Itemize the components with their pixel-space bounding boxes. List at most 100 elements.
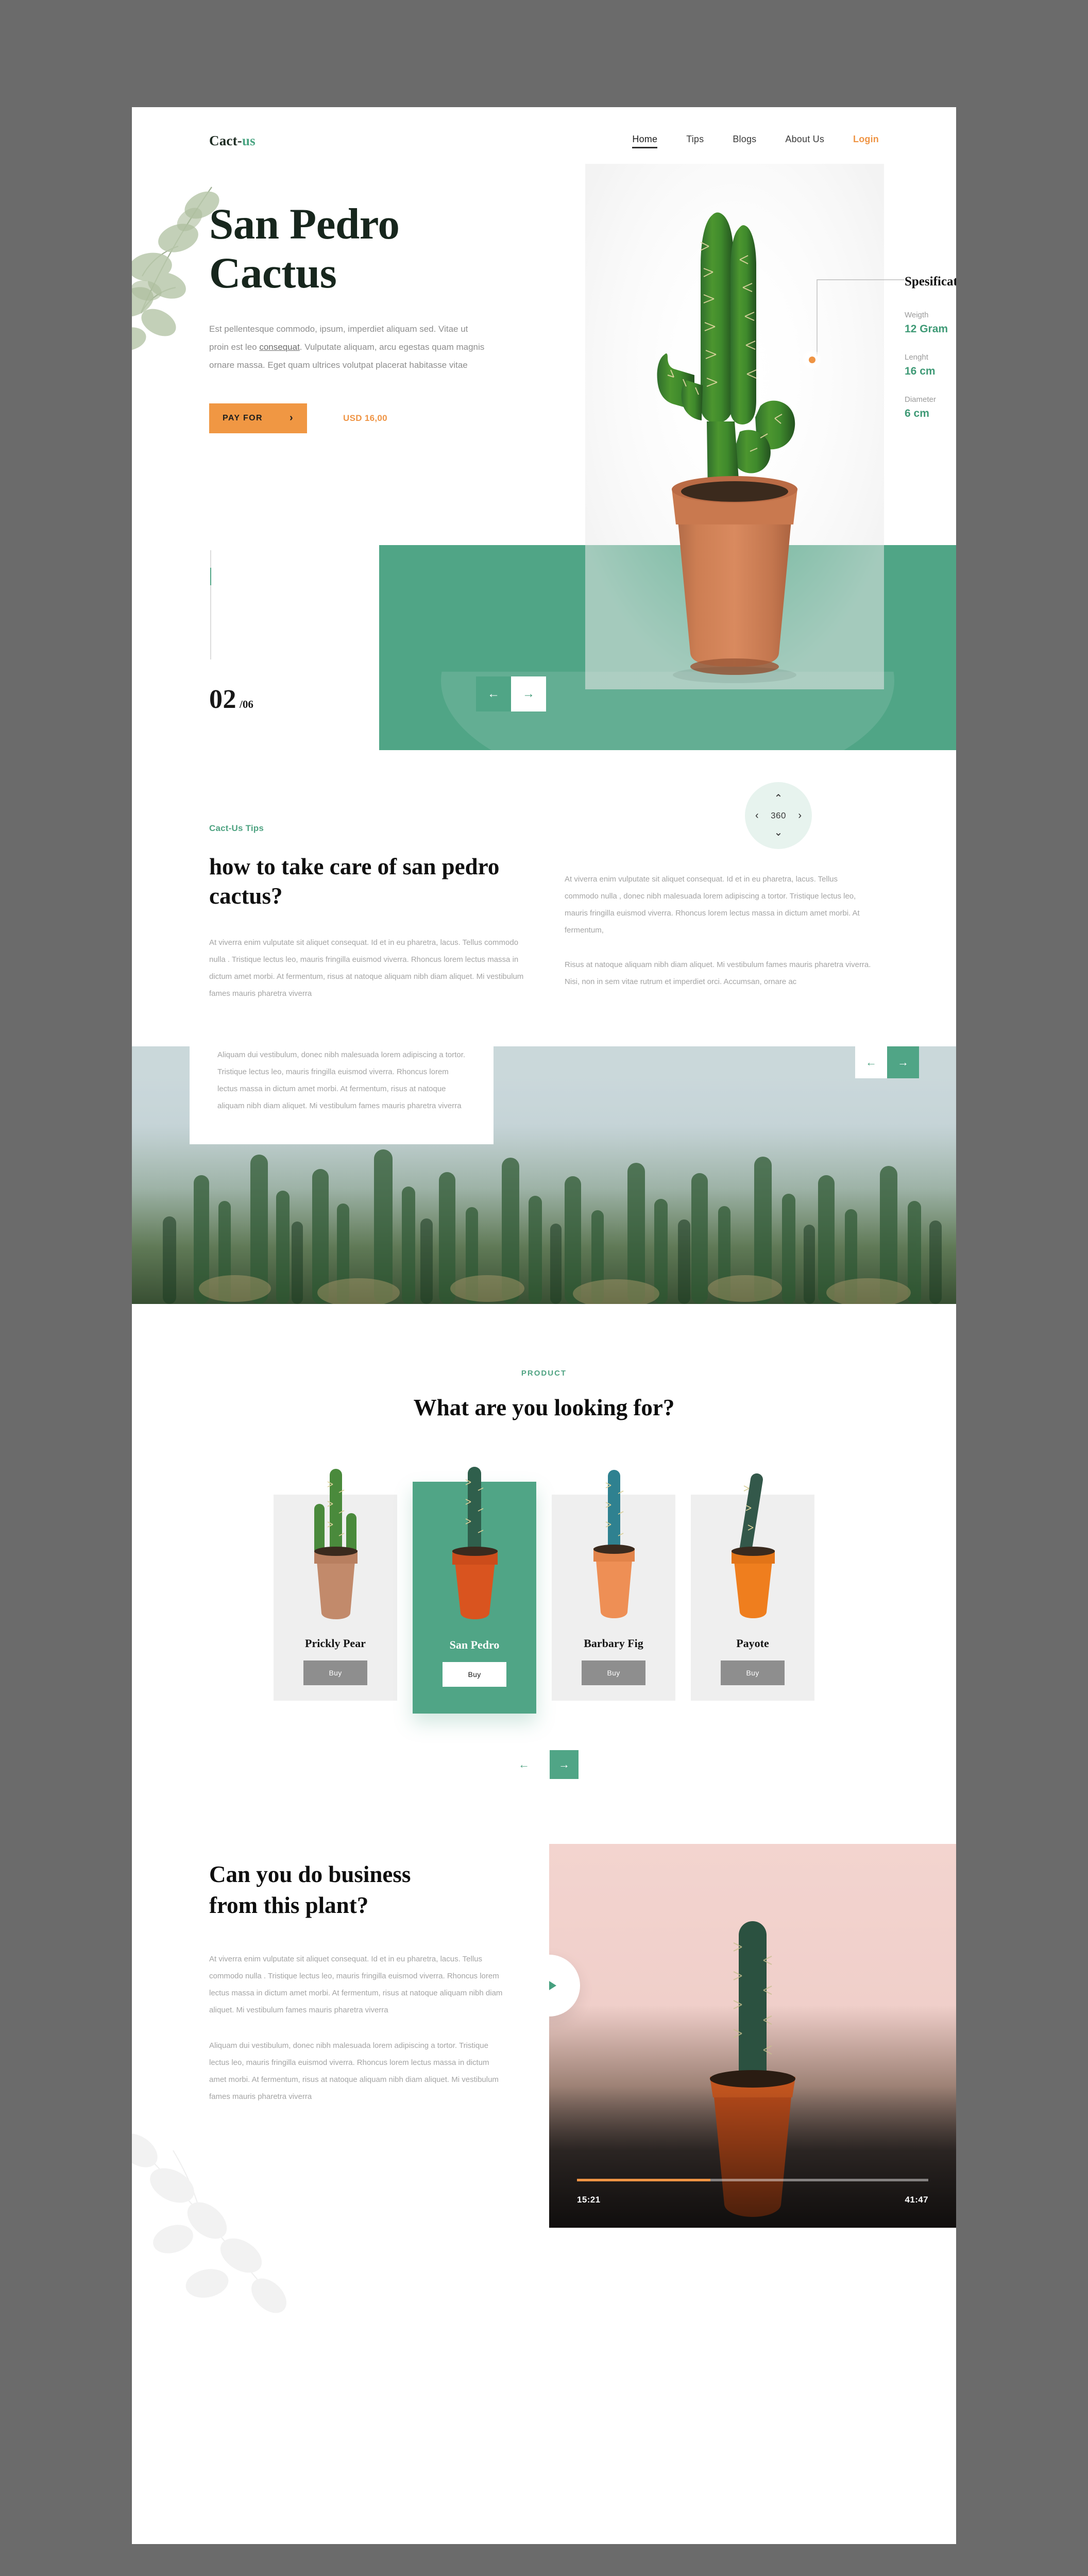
slider-progress-track[interactable] — [210, 550, 211, 659]
tips-slider-nav: ← → — [855, 1046, 919, 1079]
product-card-barbary-fig[interactable]: Barbary Fig Buy — [552, 1470, 675, 1701]
product-section: PRODUCT What are you looking for? Prickl… — [132, 1304, 956, 1780]
chevron-right-icon-dial[interactable]: › — [798, 810, 802, 821]
product-name-barbary-fig: Barbary Fig — [584, 1637, 643, 1650]
hero-slider-nav: ← → — [476, 676, 546, 711]
product-card-san-pedro[interactable]: San Pedro Buy — [413, 1467, 536, 1714]
hero-section: San Pedro Cactus Est pellentesque commod… — [132, 164, 956, 689]
video-controls: 15:21 41:47 — [577, 2179, 928, 2205]
specification-panel: Spesification Weigth 12 Gram Lenght 16 c… — [905, 275, 956, 437]
tips-prev-button[interactable]: ← — [855, 1046, 887, 1079]
video-times: 15:21 41:47 — [577, 2195, 928, 2205]
logo-main: Cact- — [209, 132, 242, 148]
hero-title-line-1: San Pedro — [209, 200, 400, 248]
hero-copy: San Pedro Cactus Est pellentesque commod… — [209, 200, 529, 433]
cactus-field-band: Aliquam dui vestibulum, donec nibh males… — [132, 1021, 956, 1304]
business-paragraph-1: At viverra enim vulputate sit aliquet co… — [209, 1955, 503, 2015]
hero-cactus-image — [585, 164, 884, 689]
buy-button-barbary-fig[interactable]: Buy — [582, 1660, 645, 1686]
price-label: USD 16,00 — [343, 413, 387, 423]
chevron-right-icon: › — [289, 412, 294, 424]
play-icon — [549, 1978, 556, 1993]
chevron-left-icon[interactable]: ‹ — [755, 810, 759, 821]
product-name-prickly-pear: Prickly Pear — [305, 1637, 366, 1650]
product-thumb-prickly-pear — [314, 1469, 358, 1620]
pay-for-button[interactable]: PAY FOR › — [209, 403, 307, 433]
hero-description-link[interactable]: consequat — [259, 342, 299, 352]
hero-prev-button[interactable]: ← — [476, 676, 511, 711]
product-name-payote: Payote — [736, 1637, 769, 1650]
video-progress-fill — [577, 2179, 711, 2182]
tips-left-paragraph: At viverra enim vulputate sit aliquet co… — [209, 938, 524, 998]
tips-overlay-card: Aliquam dui vestibulum, donec nibh males… — [190, 1021, 494, 1145]
slide-total: /06 — [240, 698, 253, 710]
screenshot-canvas: Cact-us Home Tips Blogs About Us Login S… — [0, 0, 1088, 2576]
buy-button-san-pedro[interactable]: Buy — [443, 1662, 506, 1687]
video-thumbnail — [549, 1921, 956, 2228]
video-player[interactable]: 15:21 41:47 — [549, 1844, 956, 2228]
buy-button-payote[interactable]: Buy — [721, 1660, 785, 1686]
product-card-list: Prickly Pear Buy San Pedro Buy Barbary F… — [132, 1467, 956, 1714]
tips-next-button[interactable]: → — [887, 1046, 919, 1079]
spec-label-weight: Weigth — [905, 311, 929, 319]
tips-left-column: Cact-Us Tips how to take care of san ped… — [209, 823, 529, 1002]
product-prev-button[interactable]: ← — [509, 1750, 538, 1779]
buy-button-prickly-pear[interactable]: Buy — [303, 1660, 367, 1686]
hero-title-line-2: Cactus — [209, 249, 337, 298]
pay-for-label: PAY FOR — [223, 413, 263, 422]
rotate-360-control[interactable]: ⌃ ‹ 360 › ⌄ — [745, 782, 812, 849]
product-card-payote[interactable]: Payote Buy — [691, 1473, 814, 1701]
spec-value-length: 16 cm — [905, 365, 936, 377]
hero-description: Est pellentesque commodo, ipsum, imperdi… — [209, 320, 487, 375]
arrow-right-icon: → — [897, 1056, 909, 1069]
spec-row-length: Lenght 16 cm — [905, 353, 956, 378]
rotate-360-label: 360 — [771, 810, 786, 821]
video-progress-bar[interactable] — [577, 2179, 928, 2182]
arrow-left-icon: ← — [865, 1056, 877, 1069]
product-slider-nav: ← → — [132, 1750, 956, 1780]
chevron-up-icon[interactable]: ⌃ — [774, 793, 783, 804]
business-section: Can you do business from this plant? At … — [132, 1844, 956, 2320]
product-name-san-pedro: San Pedro — [449, 1638, 500, 1652]
spec-leader-line — [817, 279, 904, 356]
nav-item-home[interactable]: Home — [632, 134, 658, 148]
tips-section: Cact-Us Tips how to take care of san ped… — [132, 751, 956, 1002]
spec-row-diameter: Diameter 6 cm — [905, 395, 956, 420]
spec-hotspot-dot[interactable] — [804, 352, 820, 367]
logo[interactable]: Cact-us — [209, 133, 256, 149]
logo-accent: us — [242, 132, 256, 148]
spec-row-weight: Weigth 12 Gram — [905, 311, 956, 335]
nav-item-login[interactable]: Login — [853, 134, 879, 147]
main-nav: Home Tips Blogs About Us Login — [632, 134, 879, 148]
arrow-right-icon: → — [522, 687, 535, 701]
hero-next-button[interactable]: → — [511, 676, 546, 711]
chevron-down-icon[interactable]: ⌄ — [774, 827, 783, 838]
spec-value-diameter: 6 cm — [905, 408, 929, 419]
video-total-time: 41:47 — [905, 2195, 928, 2205]
product-thumb-payote — [732, 1473, 775, 1619]
specification-title: Spesification — [905, 275, 956, 289]
tips-eyebrow: Cact-Us Tips — [209, 823, 264, 833]
product-heading: What are you looking for? — [413, 1395, 675, 1421]
webpage: Cact-us Home Tips Blogs About Us Login S… — [132, 107, 956, 2544]
product-eyebrow: PRODUCT — [521, 1369, 567, 1378]
product-thumb-barbary-fig — [593, 1470, 635, 1619]
tips-right-column: At viverra enim vulputate sit aliquet co… — [565, 823, 874, 1002]
nav-item-about-us[interactable]: About Us — [785, 134, 824, 147]
slide-current: 02 — [209, 685, 236, 714]
arrow-left-icon: ← — [518, 1758, 530, 1771]
page-title: San Pedro Cactus — [209, 200, 529, 298]
video-current-time: 15:21 — [577, 2195, 601, 2205]
product-next-button[interactable]: → — [550, 1750, 579, 1780]
tips-right-paragraph-2: Risus at natoque aliquam nibh diam aliqu… — [565, 960, 871, 986]
business-heading: Can you do business from this plant? — [209, 1861, 411, 1918]
spec-label-diameter: Diameter — [905, 395, 936, 404]
spec-value-weight: 12 Gram — [905, 323, 948, 335]
product-card-prickly-pear[interactable]: Prickly Pear Buy — [274, 1469, 397, 1701]
hero-cta-row: PAY FOR › USD 16,00 — [209, 403, 529, 433]
business-paragraph-2: Aliquam dui vestibulum, donec nibh males… — [209, 2041, 499, 2102]
tips-heading: how to take care of san pedro cactus? — [209, 854, 500, 909]
nav-item-blogs[interactable]: Blogs — [733, 134, 756, 147]
site-header: Cact-us Home Tips Blogs About Us Login — [132, 107, 956, 174]
nav-item-tips[interactable]: Tips — [686, 134, 704, 147]
